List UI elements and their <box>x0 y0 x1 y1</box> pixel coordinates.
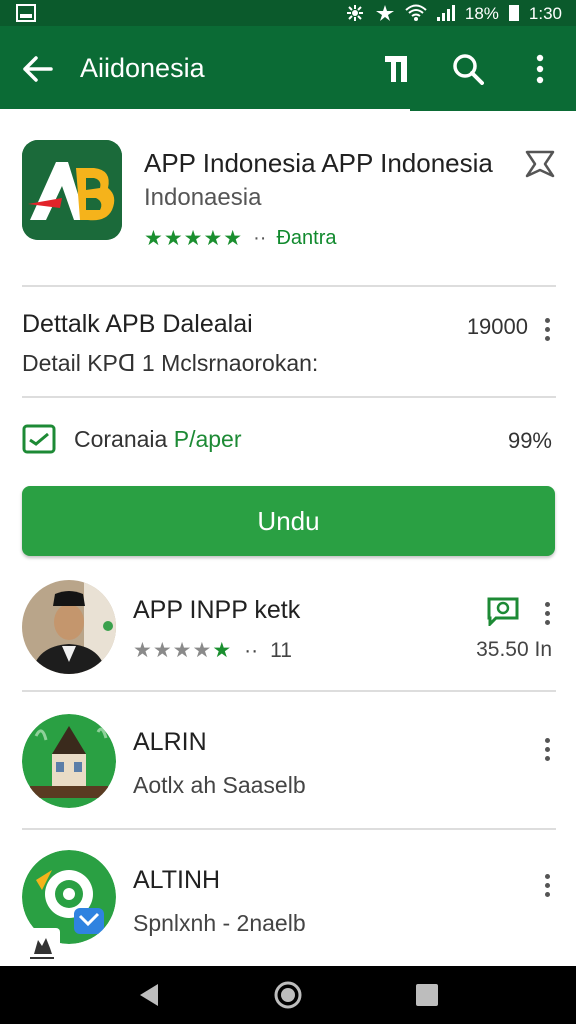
rating-separator: ·· <box>244 638 259 662</box>
rating-count: 11 <box>270 638 292 662</box>
overflow-menu-button[interactable] <box>504 26 576 111</box>
rating-stars: ★★★★★ <box>144 227 244 250</box>
avatar[interactable] <box>22 580 116 674</box>
detail-title: Dettalk APB Dalealai <box>22 310 253 338</box>
list-item-subtitle: Aotlx ah Saaselb <box>133 772 306 798</box>
divider <box>22 396 556 398</box>
tab-indicator <box>0 109 410 112</box>
page-title: Aiidonesia <box>80 53 205 83</box>
recents-square-icon <box>415 984 438 1006</box>
app-header: APP Indonesia APP Indonesia Indonaesia ★… <box>22 138 558 258</box>
divider <box>22 690 556 692</box>
battery-percent: 18% <box>464 3 499 23</box>
nav-recents-button[interactable] <box>397 966 457 1024</box>
compat-percent: 99% <box>507 428 552 453</box>
rating-label: Ɖantra <box>276 227 337 249</box>
search-icon <box>453 53 484 85</box>
back-triangle-icon <box>140 984 159 1006</box>
detail-count: 19000 <box>466 314 528 339</box>
checkbox-icon[interactable] <box>22 424 56 454</box>
list-item-rating: ★★★★★ ·· 11 <box>133 638 292 663</box>
nav-back-button[interactable] <box>119 966 179 1024</box>
list-item-subtitle: Spnlxnh - 2naelb <box>133 910 306 936</box>
wishlist-icon <box>525 150 555 178</box>
library-button[interactable] <box>360 26 432 111</box>
home-circle-icon <box>274 981 302 1009</box>
divider <box>22 285 556 287</box>
more-vert-icon <box>536 54 544 83</box>
wishlist-button[interactable] <box>524 148 556 180</box>
compat-label: Coranaia P/aper <box>74 426 242 452</box>
clock: 1:30 <box>528 3 562 23</box>
gallery-notification-icon <box>16 4 36 22</box>
vibrate-icon <box>346 5 363 21</box>
avatar[interactable] <box>22 714 116 808</box>
search-button[interactable] <box>432 26 504 111</box>
bluetooth-icon <box>375 5 394 21</box>
app-logo[interactable] <box>22 140 122 240</box>
app-bar: Aiidonesia <box>0 26 576 111</box>
list-item-more-button[interactable] <box>535 596 559 630</box>
detail-subtitle: Detail KPᗡ 1 Mclsrnaorokan: <box>22 350 319 376</box>
list-item-title[interactable]: APP INPP ketk <box>133 596 300 625</box>
navigation-bar <box>0 966 576 1024</box>
app-name: APP Indonesia APP Indonesia <box>144 148 493 178</box>
rating-separator: ·· <box>253 227 267 249</box>
list-item-title[interactable]: ALTINH <box>133 866 220 895</box>
nav-home-button[interactable] <box>258 966 318 1024</box>
list-item-more-button[interactable] <box>535 868 559 902</box>
install-button[interactable]: Undu <box>22 486 555 556</box>
list-item-title[interactable]: ALRIN <box>133 728 207 757</box>
signal-icon <box>436 5 455 21</box>
divider <box>22 828 556 830</box>
back-button[interactable] <box>0 26 76 111</box>
chat-icon[interactable] <box>486 596 520 628</box>
battery-icon <box>508 5 519 21</box>
detail-more-button[interactable] <box>535 312 559 346</box>
developer-name[interactable]: Indonaesia <box>144 184 261 212</box>
arrow-left-icon <box>23 55 53 82</box>
wifi-icon <box>405 4 427 21</box>
status-bar: 18% 1:30 <box>0 0 576 26</box>
list-item-more-button[interactable] <box>535 732 559 766</box>
list-item-meta: 35.50 In <box>476 638 552 661</box>
hand-icon <box>24 928 60 964</box>
rating-stars: ★★★★★ <box>133 639 233 662</box>
library-icon <box>385 55 407 82</box>
rating-row: ★★★★★ ·· Ɖantra <box>144 226 337 251</box>
